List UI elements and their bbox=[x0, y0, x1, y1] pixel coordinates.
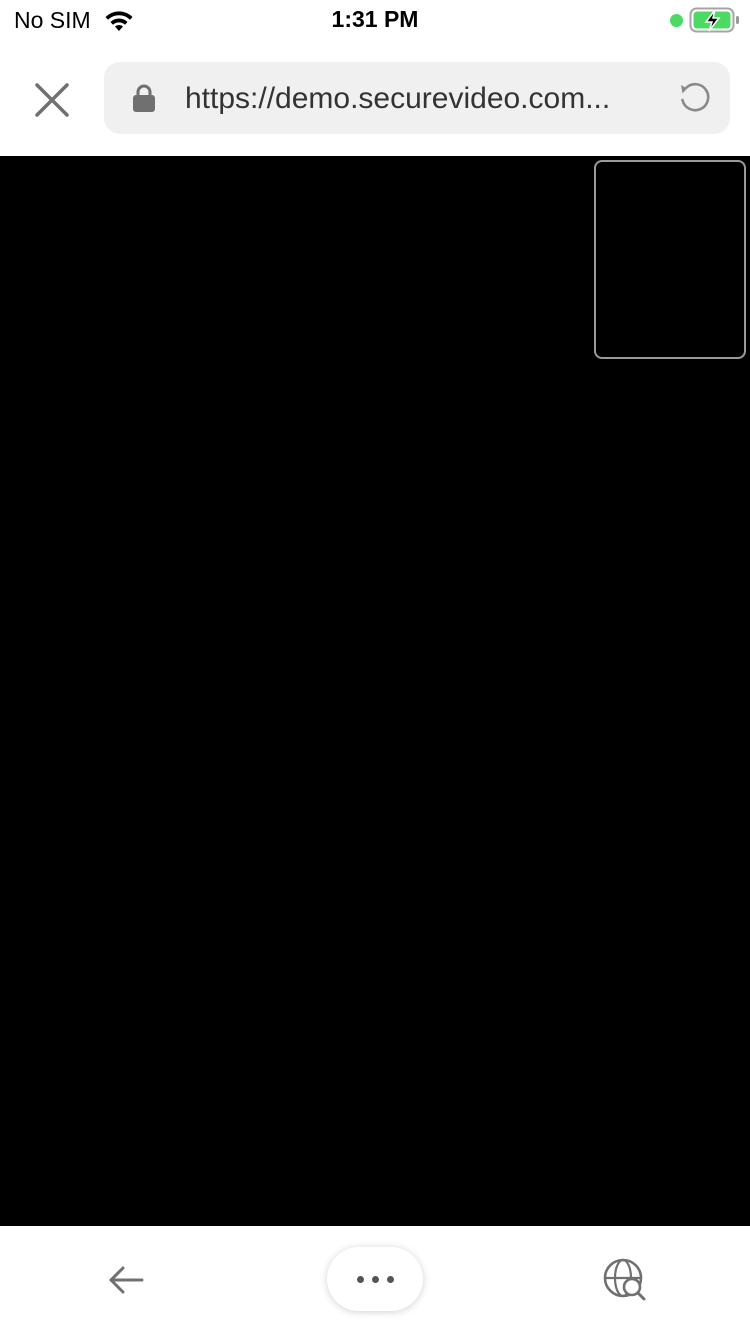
status-time: 1:31 PM bbox=[331, 6, 419, 32]
more-button[interactable] bbox=[327, 1247, 423, 1311]
more-dot bbox=[371, 1275, 379, 1283]
arrow-left-icon[interactable] bbox=[104, 1258, 148, 1302]
bottom-toolbar bbox=[0, 1226, 750, 1334]
lock-icon bbox=[133, 84, 155, 112]
reload-icon[interactable] bbox=[675, 78, 715, 118]
remote-video[interactable] bbox=[0, 156, 750, 1226]
status-bar: No SIM 1:31 PM bbox=[0, 0, 750, 42]
battery-charging-icon bbox=[689, 7, 739, 33]
browser-toolbar: https://demo.securevideo.com... bbox=[0, 42, 750, 156]
close-icon bbox=[35, 83, 69, 117]
self-view-video[interactable] bbox=[594, 160, 746, 359]
activity-indicator bbox=[670, 14, 683, 27]
close-button[interactable] bbox=[24, 72, 80, 128]
globe-search-icon[interactable] bbox=[601, 1256, 649, 1304]
more-dots-icon bbox=[356, 1275, 364, 1283]
address-bar[interactable]: https://demo.securevideo.com... bbox=[104, 62, 730, 134]
more-dot bbox=[386, 1275, 394, 1283]
url-text[interactable]: https://demo.securevideo.com... bbox=[185, 81, 655, 117]
